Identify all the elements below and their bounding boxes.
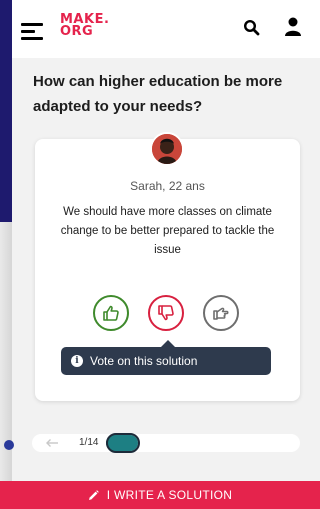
hamburger-menu-icon[interactable] — [21, 23, 45, 41]
previous-button[interactable] — [40, 436, 64, 450]
logo-line-2: ORG — [60, 24, 94, 39]
thumbs-down-icon — [158, 305, 174, 321]
avatar — [150, 132, 184, 166]
progress-bar — [106, 435, 300, 451]
thumbs-up-icon — [103, 305, 119, 321]
vote-agree-button[interactable] — [93, 295, 129, 331]
vote-neutral-button[interactable] — [203, 295, 239, 331]
question-title: How can higher education be more adapted… — [33, 73, 283, 115]
logo[interactable]: MAKE. ORG — [60, 13, 109, 39]
tooltip-text: Vote on this solution — [90, 354, 198, 368]
proposal-text: We should have more classes on climate c… — [60, 206, 275, 256]
background-strip — [0, 0, 12, 222]
search-icon[interactable] — [243, 19, 261, 37]
proposal-author: Sarah, 22 ans — [130, 179, 205, 193]
neutral-hand-icon — [213, 307, 229, 320]
pencil-icon — [88, 489, 99, 501]
write-solution-label: I WRITE A SOLUTION — [106, 488, 233, 502]
carousel-dot — [4, 440, 14, 450]
user-icon[interactable] — [284, 17, 302, 37]
arrow-left-icon — [46, 439, 58, 447]
tooltip-arrow — [161, 340, 175, 347]
vote-disagree-button[interactable] — [148, 295, 184, 331]
vote-tooltip: i Vote on this solution — [61, 347, 271, 375]
previous-card-edge — [0, 222, 12, 509]
pager-count: 1/14 — [79, 437, 99, 448]
info-icon: i — [71, 355, 83, 367]
progress-fill — [106, 435, 138, 451]
header — [12, 0, 320, 58]
write-solution-button[interactable]: I WRITE A SOLUTION — [0, 481, 320, 509]
